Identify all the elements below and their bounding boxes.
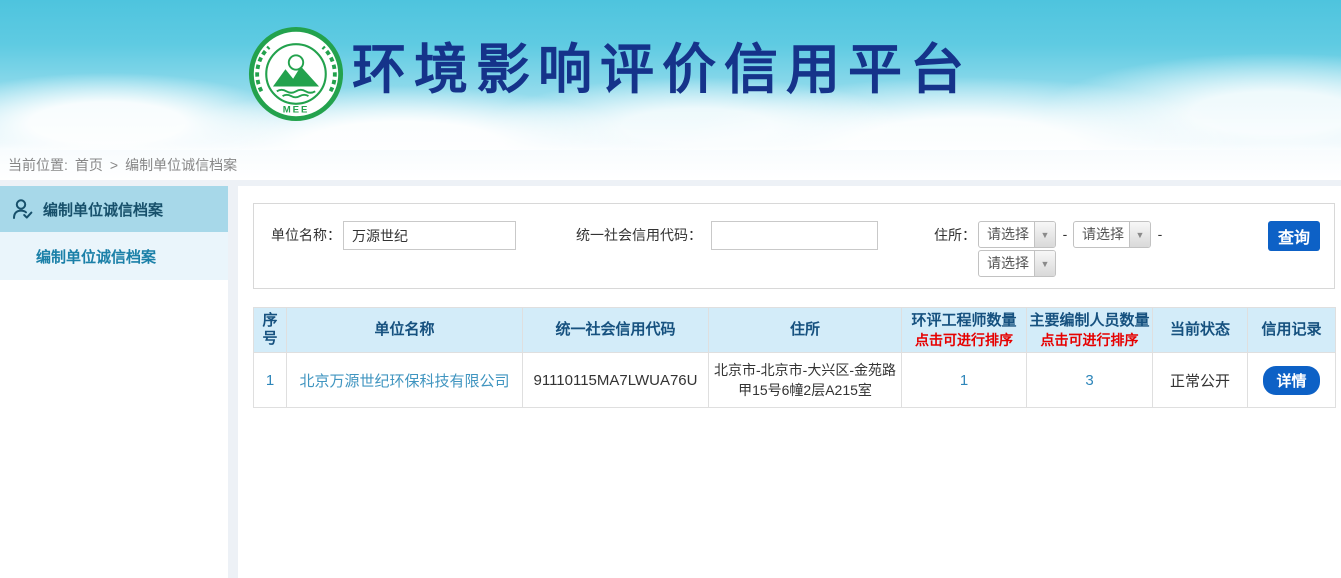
logo-text: MEE	[283, 104, 310, 115]
address-province-select[interactable]: 请选择 ▼	[978, 221, 1056, 248]
sort-hint: 点击可进行排序	[1029, 331, 1150, 349]
breadcrumb-label: 当前位置:	[8, 155, 68, 175]
address-value: 北京市-北京市-大兴区-金苑路甲15号6幢2层A215室	[709, 353, 902, 408]
main-panel: 单位名称： 统一社会信用代码： 住所： 请选择 ▼ - 请选择 ▼ - 请选择 …	[238, 186, 1341, 578]
credit-code-value: 91110115MA7LWUA76U	[523, 353, 709, 408]
chevron-down-icon: ▼	[1034, 222, 1055, 247]
credit-record-cell: 详情	[1248, 353, 1336, 408]
user-check-icon	[12, 198, 34, 220]
header-engineer-count-label: 环评工程师数量	[911, 312, 1016, 329]
table-row: 1 北京万源世纪环保科技有限公司 91110115MA7LWUA76U 北京市-…	[254, 353, 1336, 408]
breadcrumb: 当前位置: 首页 > 编制单位诚信档案	[0, 150, 1341, 180]
site-header: MEE 环境影响评价信用平台	[0, 0, 1341, 150]
header-address: 住所	[709, 308, 902, 353]
sidebar: 编制单位诚信档案 编制单位诚信档案	[0, 186, 228, 578]
chevron-down-icon: ▼	[1129, 222, 1150, 247]
credit-code-label: 统一社会信用代码：	[576, 221, 702, 250]
address-district-select[interactable]: 请选择 ▼	[978, 250, 1056, 277]
sidebar-item-credit-archive[interactable]: 编制单位诚信档案	[0, 186, 228, 232]
header-unit-name: 单位名称	[287, 308, 523, 353]
address-city-select[interactable]: 请选择 ▼	[1073, 221, 1151, 248]
breadcrumb-home-link[interactable]: 首页	[75, 155, 103, 175]
sort-hint: 点击可进行排序	[904, 331, 1024, 349]
header-credit-record: 信用记录	[1248, 308, 1336, 353]
staff-count-link[interactable]: 3	[1027, 353, 1153, 408]
engineer-count-link[interactable]: 1	[902, 353, 1027, 408]
unit-name-input[interactable]	[343, 221, 516, 250]
header-staff-count-sort[interactable]: 主要编制人员数量 点击可进行排序	[1027, 308, 1153, 353]
company-name-link[interactable]: 北京万源世纪环保科技有限公司	[287, 353, 523, 408]
sidebar-subitem-credit-archive[interactable]: 编制单位诚信档案	[0, 232, 228, 280]
address-label: 住所：	[934, 221, 976, 250]
unit-name-label: 单位名称：	[271, 221, 341, 250]
query-button[interactable]: 查询	[1268, 221, 1320, 251]
header-credit-code: 统一社会信用代码	[523, 308, 709, 353]
breadcrumb-current: 编制单位诚信档案	[125, 155, 237, 175]
row-index: 1	[254, 353, 287, 408]
sidebar-subitem-label: 编制单位诚信档案	[36, 246, 156, 267]
sidebar-item-label: 编制单位诚信档案	[43, 199, 163, 220]
address-separator: -	[1154, 221, 1166, 248]
page-title: 环境影响评价信用平台	[352, 38, 972, 103]
status-value: 正常公开	[1153, 353, 1248, 408]
address-separator: -	[1059, 221, 1071, 248]
page-body: 编制单位诚信档案 编制单位诚信档案 单位名称： 统一社会信用代码： 住所： 请选…	[0, 180, 1341, 578]
header-status: 当前状态	[1153, 308, 1248, 353]
results-table: 序号 单位名称 统一社会信用代码 住所 环评工程师数量 点击可进行排序 主要编制…	[253, 307, 1336, 408]
address-province-value: 请选择	[979, 222, 1034, 247]
chevron-down-icon: ▼	[1034, 251, 1055, 276]
search-form: 单位名称： 统一社会信用代码： 住所： 请选择 ▼ - 请选择 ▼ - 请选择 …	[253, 203, 1335, 289]
credit-code-input[interactable]	[711, 221, 878, 250]
header-index: 序号	[254, 308, 287, 353]
header-staff-count-label: 主要编制人员数量	[1029, 312, 1149, 329]
address-city-value: 请选择	[1074, 222, 1129, 247]
detail-button[interactable]: 详情	[1263, 366, 1319, 395]
table-header-row: 序号 单位名称 统一社会信用代码 住所 环评工程师数量 点击可进行排序 主要编制…	[254, 308, 1336, 353]
breadcrumb-separator: >	[110, 157, 118, 173]
mee-logo-icon: MEE	[248, 26, 344, 122]
address-district-value: 请选择	[979, 251, 1034, 276]
header-engineer-count-sort[interactable]: 环评工程师数量 点击可进行排序	[902, 308, 1027, 353]
